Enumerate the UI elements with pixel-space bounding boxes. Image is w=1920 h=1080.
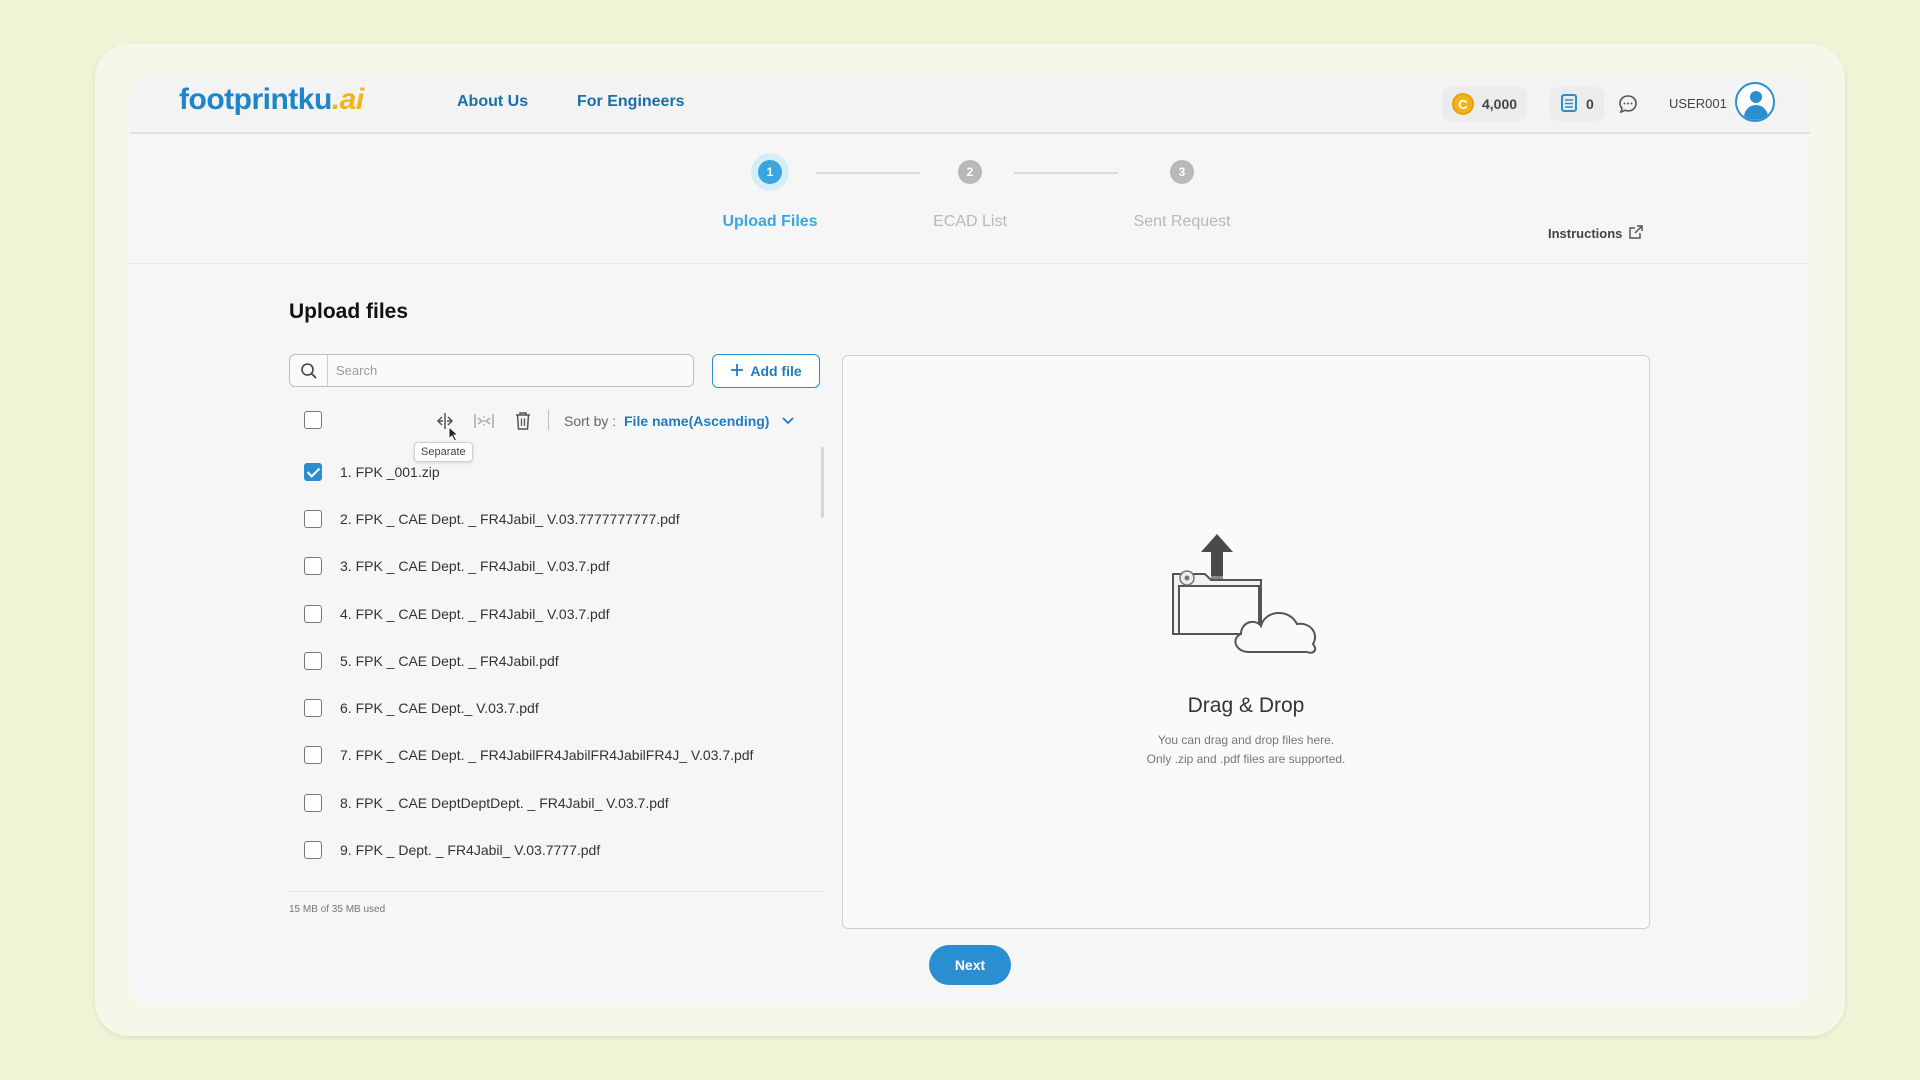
list-item[interactable]: 7. FPK _ CAE Dept. _ FR4JabilFR4JabilFR4…	[289, 732, 824, 779]
file-checkbox[interactable]	[304, 746, 322, 765]
chat-icon[interactable]	[1617, 93, 1639, 120]
list-item[interactable]: 6. FPK _ CAE Dept._ V.03.7.pdf	[289, 684, 824, 731]
coin-icon: C	[1452, 93, 1474, 115]
coin-balance[interactable]: C 4,000	[1442, 87, 1528, 121]
file-name: 5. FPK _ CAE Dept. _ FR4Jabil.pdf	[340, 652, 559, 669]
external-link-icon	[1628, 224, 1644, 243]
coin-amount: 4,000	[1482, 96, 1518, 112]
upload-illustration-icon	[1161, 534, 1341, 669]
file-name: 2. FPK _ CAE Dept. _ FR4Jabil_ V.03.7777…	[340, 510, 680, 527]
add-file-label: Add file	[750, 363, 802, 379]
toolbar-divider	[548, 410, 549, 430]
user-avatar[interactable]	[1735, 82, 1775, 122]
file-list-toolbar: Sort by : File name(Ascending)	[289, 406, 819, 436]
file-name: 6. FPK _ CAE Dept._ V.03.7.pdf	[340, 700, 539, 717]
logo[interactable]: footprintku.ai	[179, 83, 364, 117]
step-3-label: Sent Request	[1133, 213, 1231, 230]
search-icon	[290, 355, 328, 386]
select-all-checkbox[interactable]	[304, 411, 322, 429]
drop-zone-hint: You can drag and drop files here.	[1157, 733, 1335, 747]
clipboard-icon	[1560, 93, 1578, 116]
step-1-label: Upload Files	[722, 213, 818, 230]
plus-icon	[730, 363, 744, 380]
file-name: 4. FPK _ CAE Dept. _ FR4Jabil_ V.03.7.pd…	[340, 605, 610, 622]
file-checkbox[interactable]	[304, 462, 322, 481]
list-item[interactable]: 3. FPK _ CAE Dept. _ FR4Jabil_ V.03.7.pd…	[289, 543, 824, 590]
sort-dropdown[interactable]: File name(Ascending)	[624, 413, 795, 429]
file-name: 7. FPK _ CAE Dept. _ FR4JabilFR4JabilFR4…	[340, 747, 754, 764]
file-checkbox[interactable]	[304, 557, 322, 576]
file-checkbox[interactable]	[304, 651, 322, 670]
drop-zone-format-note: Only .zip and .pdf files are supported.	[1146, 752, 1346, 766]
step-2-indicator: 2	[958, 160, 982, 184]
list-item[interactable]: 1. FPK _001.zip	[289, 448, 824, 495]
instructions-label: Instructions	[1548, 226, 1623, 241]
file-checkbox[interactable]	[304, 604, 322, 623]
list-item[interactable]: 9. FPK _ Dept. _ FR4Jabil_ V.03.7777.pdf	[289, 826, 824, 873]
drop-zone[interactable]: Drag & Drop You can drag and drop files …	[842, 355, 1650, 929]
list-item[interactable]: 4. FPK _ CAE Dept. _ FR4Jabil_ V.03.7.pd…	[289, 590, 824, 637]
file-checkbox[interactable]	[304, 841, 322, 860]
sort-label: Sort by :	[564, 413, 617, 429]
step-3-indicator: 3	[1170, 160, 1194, 184]
top-navigation-bar: footprintku.ai About Us For Engineers C …	[130, 76, 1810, 134]
instructions-link[interactable]: Instructions	[1548, 224, 1644, 243]
file-name: 9. FPK _ Dept. _ FR4Jabil_ V.03.7777.pdf	[340, 842, 601, 859]
chevron-down-icon	[781, 413, 795, 429]
request-list-button[interactable]: 0	[1550, 87, 1604, 121]
request-count: 0	[1586, 96, 1594, 112]
list-scrollbar[interactable]	[821, 447, 824, 518]
add-file-button[interactable]: Add file	[712, 354, 820, 388]
nav-for-engineers[interactable]: For Engineers	[577, 93, 685, 111]
file-name: 8. FPK _ CAE DeptDeptDept. _ FR4Jabil_ V…	[340, 794, 669, 811]
trash-icon[interactable]	[512, 410, 534, 432]
nav-about-us[interactable]: About Us	[457, 93, 528, 111]
storage-usage: 15 MB of 35 MB used	[289, 904, 386, 915]
logo-main-text: footprintku	[179, 83, 332, 116]
sort-value: File name(Ascending)	[624, 413, 770, 429]
search-input[interactable]	[328, 355, 693, 386]
list-item[interactable]: 8. FPK _ CAE DeptDeptDept. _ FR4Jabil_ V…	[289, 779, 824, 826]
step-2-label: ECAD List	[933, 213, 1007, 230]
drop-zone-title: Drag & Drop	[1187, 694, 1305, 717]
file-name: 1. FPK _001.zip	[340, 463, 440, 480]
username-label[interactable]: USER001	[1669, 96, 1727, 111]
step-connector	[1014, 172, 1118, 174]
file-checkbox[interactable]	[304, 699, 322, 718]
separate-tooltip: Separate	[414, 442, 473, 462]
list-item[interactable]: 5. FPK _ CAE Dept. _ FR4Jabil.pdf	[289, 637, 824, 684]
logo-suffix-text: .ai	[331, 83, 364, 116]
progress-stepper: 1 2 3 Upload Files ECAD List Sent Reques…	[130, 136, 1810, 264]
file-checkbox[interactable]	[304, 793, 322, 812]
merge-icon[interactable]	[473, 410, 495, 432]
app-window: footprintku.ai About Us For Engineers C …	[130, 76, 1810, 1005]
next-button[interactable]: Next	[929, 945, 1011, 985]
page-title: Upload files	[289, 300, 409, 323]
list-divider	[289, 891, 824, 892]
mouse-cursor-icon	[448, 425, 460, 447]
search-field[interactable]	[289, 354, 694, 387]
file-list: 1. FPK _001.zip 2. FPK _ CAE Dept. _ FR4…	[289, 448, 824, 893]
step-connector	[816, 172, 920, 174]
step-1-indicator: 1	[758, 160, 782, 184]
file-checkbox[interactable]	[304, 509, 322, 528]
file-name: 3. FPK _ CAE Dept. _ FR4Jabil_ V.03.7.pd…	[340, 558, 610, 575]
list-item[interactable]: 2. FPK _ CAE Dept. _ FR4Jabil_ V.03.7777…	[289, 495, 824, 542]
